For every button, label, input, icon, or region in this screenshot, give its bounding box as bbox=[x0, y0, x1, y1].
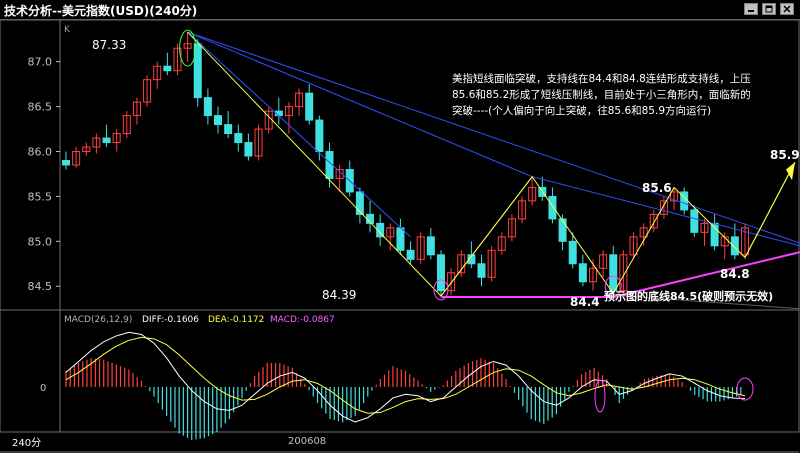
candle-body bbox=[244, 142, 253, 157]
candlestick-series bbox=[62, 32, 749, 297]
candle-body bbox=[578, 263, 587, 283]
price-label-peak: 85.6 bbox=[642, 181, 672, 195]
pressure-line-inner bbox=[187, 31, 411, 238]
macd-marker-circle-2 bbox=[736, 377, 754, 401]
pattern-zigzag bbox=[187, 31, 746, 297]
chart-canvas: K 87.0 86.5 86.0 85.5 85.0 84.5 87.33 84.39 8… bbox=[0, 20, 800, 453]
y-tick-label: 84.5 bbox=[28, 280, 53, 293]
candle-body bbox=[203, 97, 212, 117]
candle-body bbox=[558, 218, 567, 242]
restore-icon[interactable] bbox=[762, 3, 776, 15]
candle-body bbox=[609, 254, 618, 292]
candle-body bbox=[406, 249, 415, 260]
macd-dea-value: DEA:-0.1172 bbox=[208, 315, 264, 325]
period-label: 240分 bbox=[12, 437, 41, 449]
candle-body bbox=[568, 240, 577, 265]
candle-body bbox=[305, 92, 314, 121]
macd-diff-value: DIFF:-0.1606 bbox=[142, 315, 199, 325]
price-label-low2: 84.4 bbox=[570, 295, 600, 309]
annotation-line-1: 美指短线面临突破，支持线在84.4和84.8连结形成支持线，上压 bbox=[452, 72, 751, 85]
price-label-last-low: 84.8 bbox=[720, 267, 750, 281]
minimize-icon[interactable] bbox=[744, 3, 758, 15]
candle-body bbox=[396, 227, 405, 251]
close-icon[interactable] bbox=[780, 3, 794, 15]
window-title: 技术分析--美元指数(USD)(240分) bbox=[4, 4, 198, 18]
candle-body bbox=[315, 119, 324, 153]
price-label-target: 85.9 bbox=[770, 148, 800, 162]
candle-body bbox=[436, 254, 445, 292]
trendline-overlays bbox=[179, 29, 800, 310]
candle-body bbox=[548, 195, 557, 220]
y-tick-label: 86.0 bbox=[28, 146, 53, 159]
price-panel-frame bbox=[0, 20, 800, 311]
price-label-high: 87.33 bbox=[92, 38, 126, 52]
pattern-leg bbox=[440, 176, 533, 297]
candle-body bbox=[426, 236, 435, 256]
candle-body bbox=[163, 65, 172, 72]
candle-body bbox=[730, 236, 739, 256]
candle-body bbox=[62, 160, 70, 166]
candle-body bbox=[102, 137, 111, 144]
candle-body bbox=[710, 222, 719, 247]
price-label-low1: 84.39 bbox=[322, 288, 356, 302]
bottom-note: 预示图的底线84.5(破则预示无效) bbox=[604, 289, 773, 303]
candle-body bbox=[214, 115, 223, 126]
macd-marker-circle-1 bbox=[594, 379, 606, 413]
macd-histogram bbox=[65, 358, 742, 440]
candle-body bbox=[477, 263, 486, 278]
y-tick-label: 85.5 bbox=[28, 190, 53, 203]
candle-body bbox=[690, 209, 699, 233]
pressure-line-main bbox=[187, 31, 800, 244]
projection-arrow-line bbox=[744, 162, 796, 258]
macd-zero-label: 0 bbox=[40, 383, 46, 394]
candle-body bbox=[224, 124, 233, 135]
macd-panel-frame bbox=[0, 309, 800, 433]
macd-name: MACD(26,12,9) bbox=[64, 315, 132, 325]
corner-label: K bbox=[64, 25, 71, 35]
y-axis-ticks: 87.0 86.5 86.0 85.5 85.0 84.5 bbox=[28, 56, 60, 293]
annotation-line-3: 突破----(个人偏向于向上突破，往85.6和85.9方向运行) bbox=[452, 104, 711, 117]
date-label: 200608 bbox=[288, 436, 326, 447]
macd-macd-value: MACD:-0.0867 bbox=[270, 315, 335, 325]
y-tick-label: 87.0 bbox=[28, 56, 53, 69]
annotation-line-2: 85.6和85.2形成了短线压制线，目前处于小三角形内，面临新的 bbox=[452, 88, 751, 101]
candle-body bbox=[234, 133, 243, 144]
y-tick-label: 86.5 bbox=[28, 101, 53, 114]
y-tick-label: 85.0 bbox=[28, 235, 53, 248]
window-titlebar: 技术分析--美元指数(USD)(240分) bbox=[0, 0, 800, 20]
